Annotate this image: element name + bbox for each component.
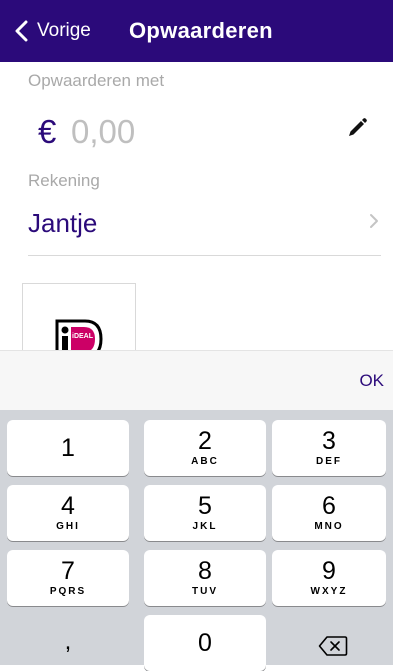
key-digit: 6 [322, 492, 336, 520]
key-digit: 8 [198, 557, 212, 585]
account-label: Rekening [28, 171, 100, 190]
key-1[interactable]: 1 [7, 420, 129, 476]
back-button[interactable]: Vorige [14, 0, 91, 62]
backspace-icon [318, 636, 348, 656]
navigation-bar: Vorige Opwaarderen [0, 0, 393, 62]
key-2[interactable]: 2 ABC [144, 420, 266, 476]
key-letters: JKL [192, 521, 218, 532]
account-selector[interactable]: Jantje [28, 203, 381, 256]
key-3[interactable]: 3 DEF [272, 420, 386, 476]
amount-label: Opwaarderen met [28, 71, 165, 90]
currency-symbol: € [38, 113, 57, 150]
key-letters: DEF [316, 456, 342, 467]
key-comma[interactable]: , [7, 615, 129, 671]
key-9[interactable]: 9 WXYZ [272, 550, 386, 606]
amount-field[interactable]: € 0,00 [28, 107, 368, 155]
key-5[interactable]: 5 JKL [144, 485, 266, 541]
key-digit: 0 [198, 629, 212, 657]
key-digit: 3 [322, 427, 336, 455]
key-letters: GHI [56, 521, 80, 532]
delete-key[interactable] [272, 615, 386, 671]
key-letters: MNO [314, 521, 344, 532]
key-letters: PQRS [49, 586, 87, 597]
key-digit: 5 [198, 492, 212, 520]
key-letters: ABC [191, 456, 219, 467]
key-4[interactable]: 4 GHI [7, 485, 129, 541]
key-digit: , [64, 628, 72, 655]
pencil-icon[interactable] [346, 117, 368, 139]
key-letters: WXYZ [310, 586, 348, 597]
numeric-keyboard: 1 2 ABC 3 DEF 4 GHI 5 JKL 6 MNO 7 PQRS 8… [0, 410, 393, 671]
key-6[interactable]: 6 MNO [272, 485, 386, 541]
key-8[interactable]: 8 TUV [144, 550, 266, 606]
key-0[interactable]: 0 [144, 615, 266, 671]
key-digit: 9 [322, 557, 336, 585]
key-digit: 4 [61, 492, 75, 520]
ideal-logo-text: iDEAL [72, 333, 94, 340]
keyboard-accessory-bar: OK [0, 350, 393, 411]
key-digit: 2 [198, 427, 212, 455]
key-digit: 1 [61, 434, 75, 462]
amount-value: 0,00 [71, 113, 136, 150]
key-digit: 7 [61, 557, 75, 585]
ok-button[interactable]: OK [359, 371, 384, 391]
key-letters: TUV [192, 586, 218, 597]
account-name: Jantje [28, 208, 98, 238]
key-7[interactable]: 7 PQRS [7, 550, 129, 606]
page-title: Opwaarderen [129, 18, 273, 43]
chevron-right-icon [370, 214, 378, 228]
chevron-left-icon [15, 20, 28, 42]
back-label: Vorige [37, 20, 91, 41]
